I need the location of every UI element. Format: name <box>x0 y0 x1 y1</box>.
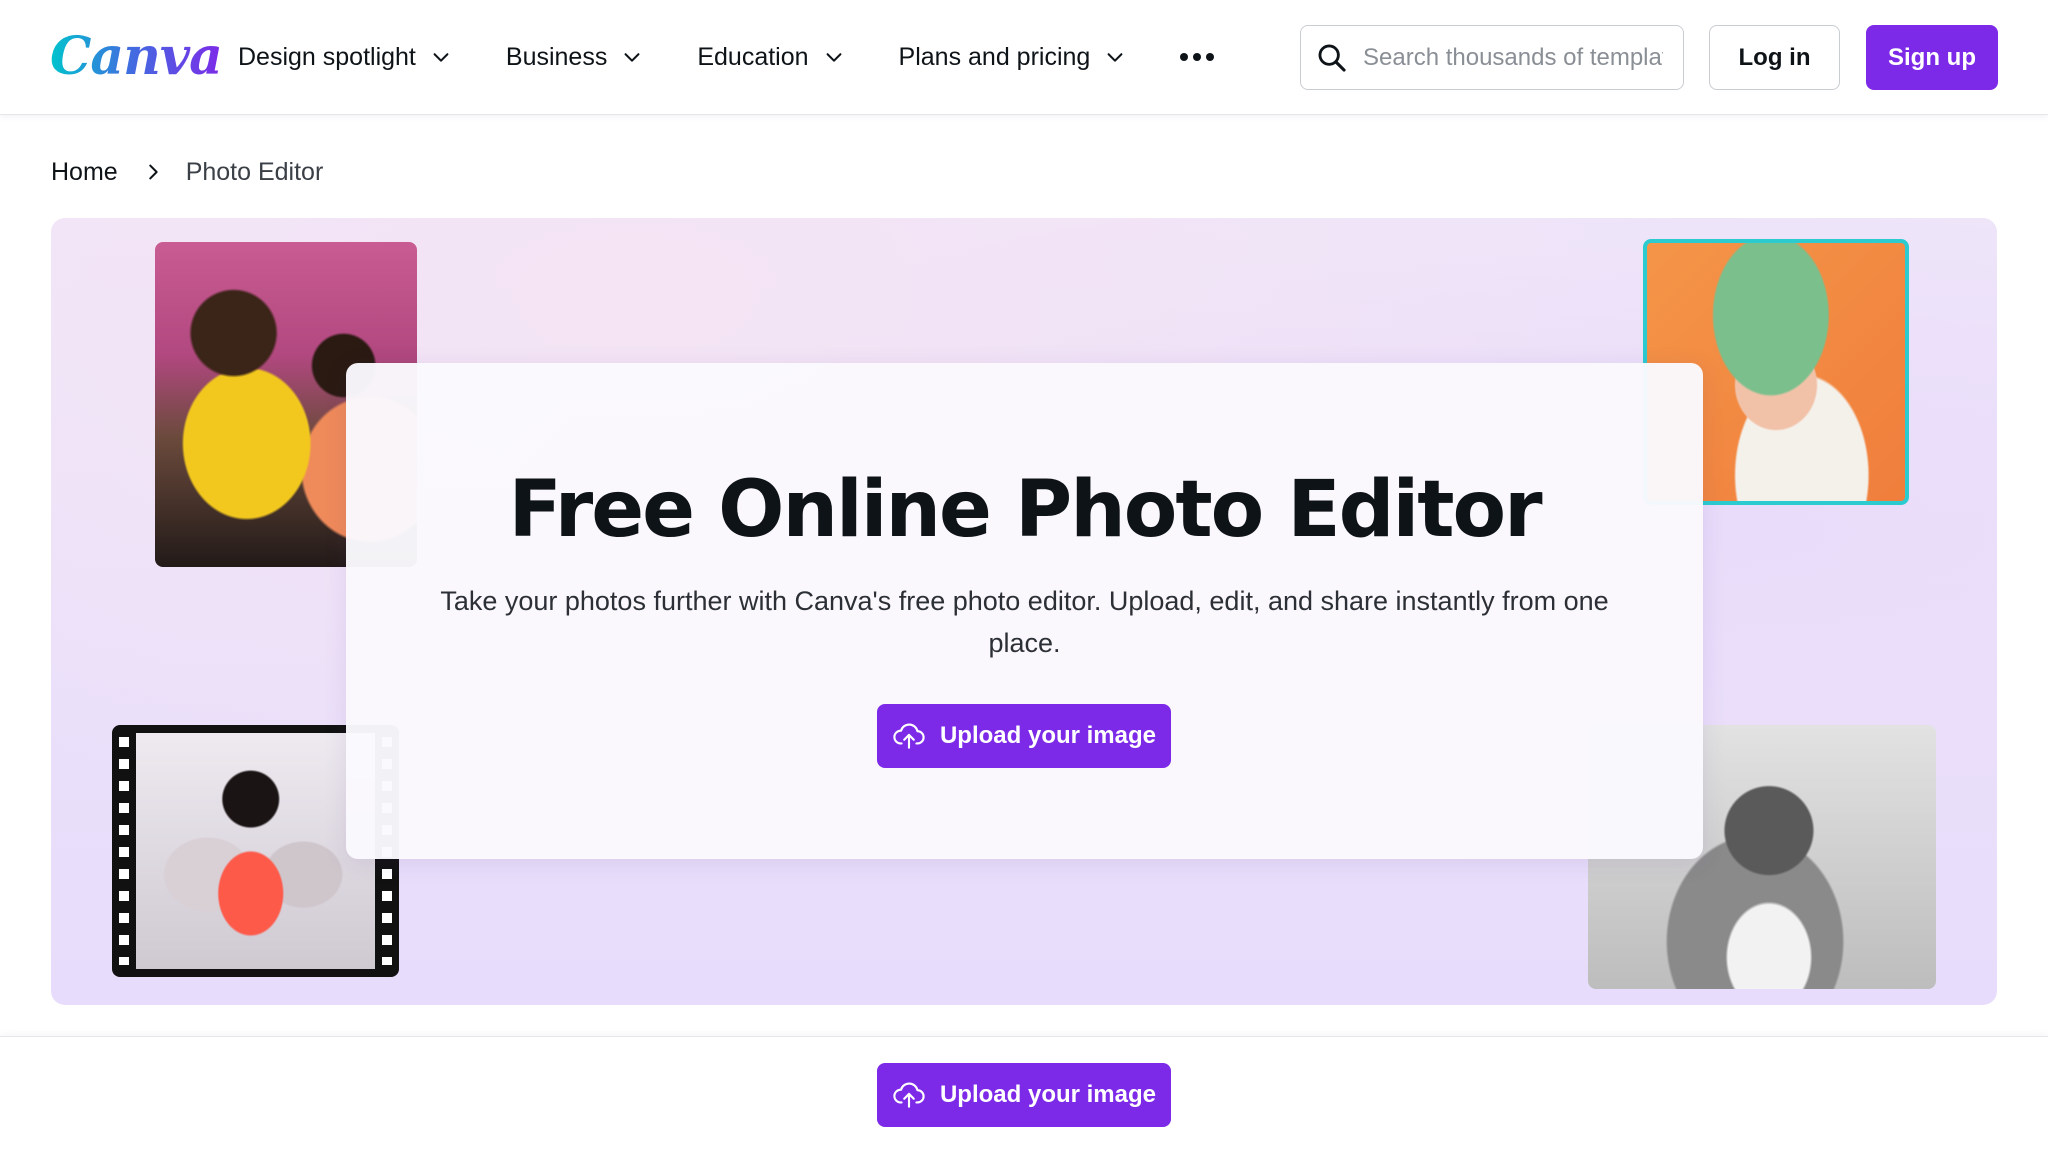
top-navigation-bar: Canva Design spotlight Business Educatio… <box>0 0 2048 115</box>
chevron-down-icon <box>624 53 640 62</box>
breadcrumb-home-link[interactable]: Home <box>51 158 118 187</box>
nav-item-label: Education <box>697 42 809 71</box>
search-input[interactable] <box>1363 43 1663 72</box>
more-horizontal-icon[interactable] <box>1180 22 1215 92</box>
chevron-down-icon <box>826 53 841 62</box>
sticky-cta-bar: Upload your image <box>0 1036 2048 1152</box>
sticky-upload-image-button[interactable]: Upload your image <box>877 1063 1171 1127</box>
breadcrumb-current: Photo Editor <box>185 157 324 186</box>
nav-item-design-spotlight[interactable]: Design spotlight <box>238 22 452 92</box>
canva-logo[interactable]: Canva <box>50 22 223 92</box>
cloud-upload-icon <box>893 1082 925 1108</box>
nav-item-business[interactable]: Business <box>506 22 643 92</box>
nav-item-label: Plans and pricing <box>898 42 1091 71</box>
upload-image-label: Upload your image <box>939 722 1157 749</box>
film-frame-photo <box>136 733 375 969</box>
upload-image-button[interactable]: Upload your image <box>877 704 1171 768</box>
more-dot <box>1193 53 1202 61</box>
nav-item-education[interactable]: Education <box>697 22 844 92</box>
sign-up-button[interactable]: Sign up <box>1866 25 1998 90</box>
chevron-down-icon <box>1107 53 1123 62</box>
hero-card: Free Online Photo Editor Take your photo… <box>346 363 1703 859</box>
cloud-upload-icon <box>893 723 925 749</box>
main-nav: Design spotlight Business Education Plan… <box>238 22 1215 92</box>
more-dot <box>1180 53 1189 61</box>
breadcrumb: Home Photo Editor <box>51 152 323 192</box>
search-icon <box>1318 44 1346 72</box>
nav-item-label: Design spotlight <box>238 42 416 71</box>
log-in-button[interactable]: Log in <box>1709 25 1840 90</box>
logo-text[interactable]: Canva <box>50 26 223 87</box>
hero-subtitle: Take your photos further with Canva's fr… <box>440 586 1609 658</box>
sticky-upload-image-label: Upload your image <box>939 1081 1157 1108</box>
search-box[interactable] <box>1300 25 1684 90</box>
chevron-down-icon <box>433 53 449 62</box>
nav-item-label: Business <box>505 42 608 71</box>
page-title: Free Online Photo Editor <box>508 465 1542 555</box>
chevron-right-icon <box>148 164 158 180</box>
more-dot <box>1206 53 1215 61</box>
nav-item-plans-and-pricing[interactable]: Plans and pricing <box>899 22 1127 92</box>
film-holes-left <box>119 737 129 965</box>
